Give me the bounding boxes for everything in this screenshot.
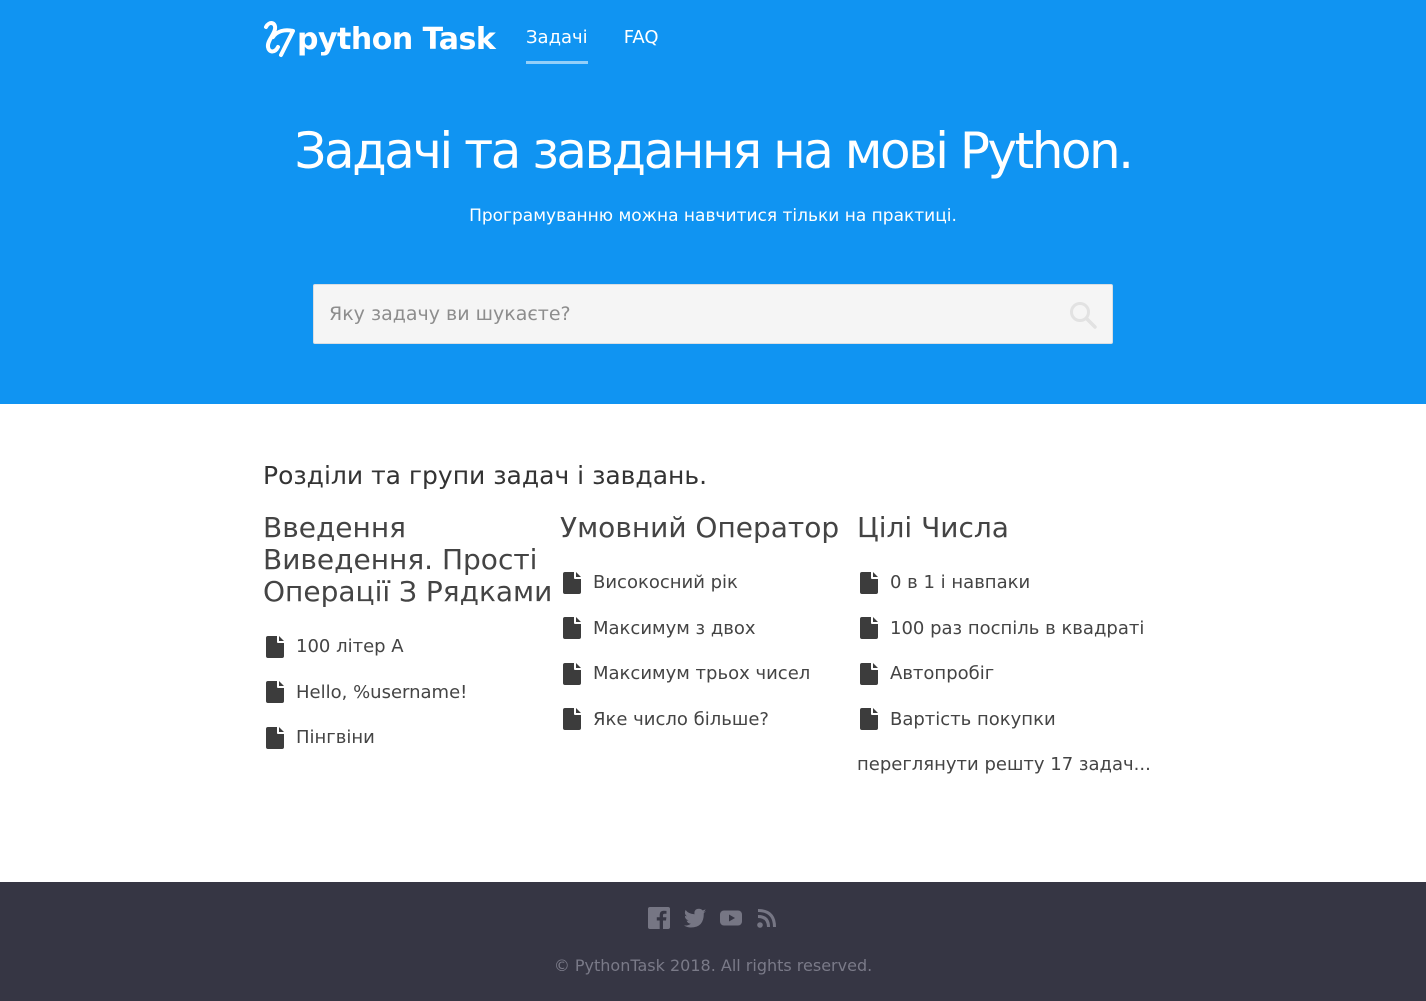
logo-text: python Task [297, 21, 496, 57]
social-links [0, 907, 1426, 931]
task-item[interactable]: 100 раз поспіль в квадраті [857, 606, 1157, 652]
copyright-text: © PythonTask 2018. All rights reserved. [553, 956, 873, 975]
view-more-link[interactable]: переглянути решту 17 задач... [857, 742, 1157, 787]
task-item[interactable]: 100 літер A [263, 624, 555, 670]
file-icon [563, 708, 581, 731]
task-item[interactable]: Автопробіг [857, 651, 1157, 697]
youtube-link[interactable] [720, 907, 742, 931]
facebook-icon [648, 907, 670, 929]
file-icon [266, 635, 284, 658]
task-item[interactable]: Високосний рік [560, 560, 852, 606]
site-footer: © PythonTask 2018. All rights reserved. [0, 882, 1426, 1001]
twitter-link[interactable] [684, 907, 706, 931]
task-item[interactable]: Hello, %username! [263, 670, 555, 716]
search-input[interactable] [314, 285, 1054, 343]
file-icon [563, 662, 581, 685]
task-list: 0 в 1 і навпаки 100 раз поспіль в квадра… [857, 560, 1157, 742]
file-icon [266, 726, 284, 749]
task-item[interactable]: Яке число більше? [560, 697, 852, 743]
nav-tasks-link[interactable]: Задачі [526, 27, 588, 64]
group-title[interactable]: Введення Виведення. Прості Операції З Ря… [263, 512, 555, 608]
search-box [313, 284, 1113, 344]
nav-faq-link[interactable]: FAQ [624, 27, 659, 64]
facebook-link[interactable] [648, 907, 670, 931]
group-conditional: Умовний Оператор Високосний рік Максимум… [560, 512, 852, 742]
task-item[interactable]: Вартість покупки [857, 697, 1157, 743]
sections-title: Розділи та групи задач і завдань. [263, 461, 708, 490]
main-nav: Задачі FAQ [526, 27, 695, 64]
file-icon [563, 617, 581, 640]
search-icon[interactable] [1069, 301, 1097, 329]
file-icon [860, 571, 878, 594]
hero-subtitle: Програмуванню можна навчитися тільки на … [469, 206, 957, 226]
file-icon [860, 708, 878, 731]
group-title[interactable]: Умовний Оператор [560, 512, 852, 544]
youtube-icon [720, 910, 742, 926]
site-logo[interactable]: python Task [263, 18, 496, 60]
rss-icon [757, 909, 776, 928]
file-icon [860, 662, 878, 685]
twitter-icon [684, 908, 706, 928]
file-icon [860, 617, 878, 640]
rss-link[interactable] [756, 907, 778, 931]
task-item[interactable]: Максимум трьох чисел [560, 651, 852, 697]
group-title[interactable]: Цілі Числа [857, 512, 1157, 544]
hero-header: python Task Задачі FAQ Задачі та завданн… [0, 0, 1426, 404]
task-list: Високосний рік Максимум з двох Максимум … [560, 560, 852, 742]
task-item[interactable]: Максимум з двох [560, 606, 852, 652]
file-icon [266, 681, 284, 704]
group-integers: Цілі Числа 0 в 1 і навпаки 100 раз поспі… [857, 512, 1157, 787]
task-item[interactable]: 0 в 1 і навпаки [857, 560, 1157, 606]
group-io-strings: Введення Виведення. Прості Операції З Ря… [263, 512, 555, 761]
task-item[interactable]: Пінгвіни [263, 715, 555, 761]
file-icon [563, 571, 581, 594]
python-logo-icon [264, 21, 295, 57]
hero-title: Задачі та завдання на мові Python. [294, 122, 1134, 180]
task-list: 100 літер A Hello, %username! Пінгвіни [263, 624, 555, 761]
